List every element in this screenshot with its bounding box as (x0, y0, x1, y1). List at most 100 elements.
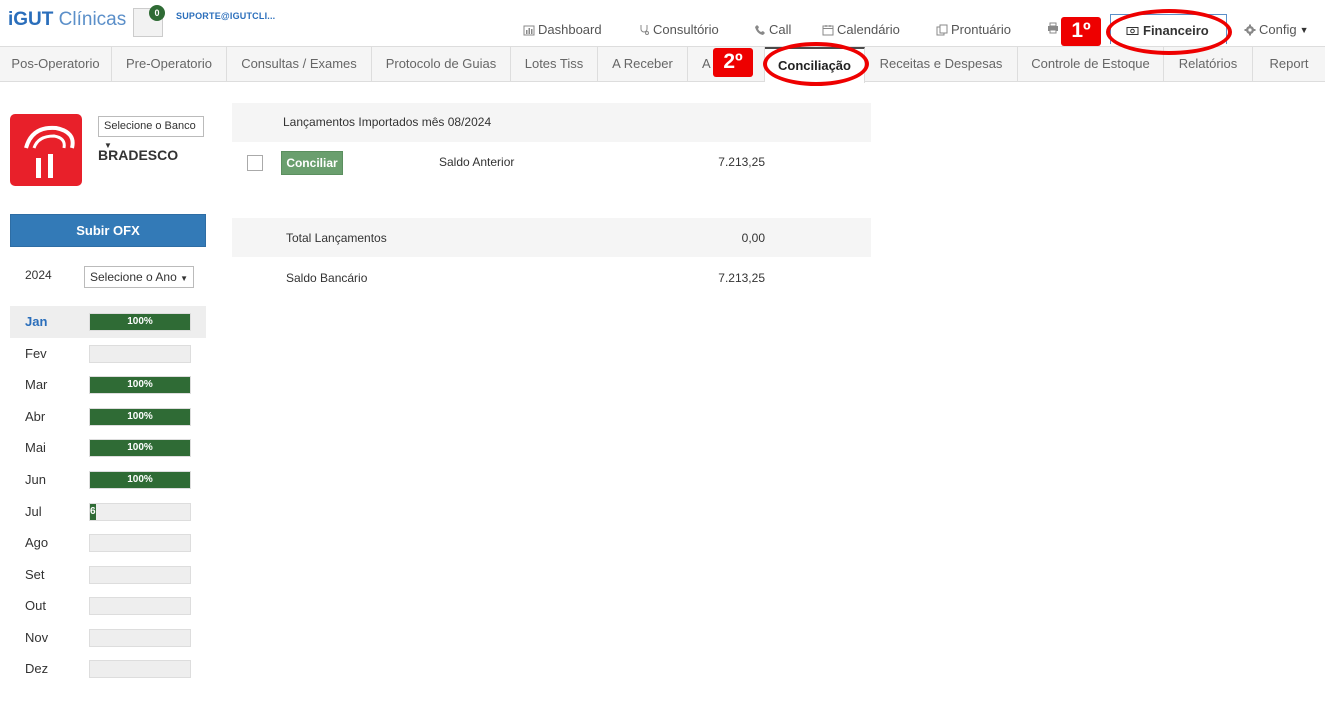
progress-label: 100% (127, 379, 153, 390)
user-menu[interactable]: SUPORTE@IGUTCLI... (176, 11, 275, 21)
calendar-icon (822, 24, 834, 35)
reconcile-button[interactable]: Conciliar (281, 151, 343, 175)
progress-label: 100% (127, 474, 153, 485)
progress-label: 100% (127, 316, 153, 327)
nav-print[interactable] (1047, 22, 1059, 34)
nav-call[interactable]: Call (754, 22, 791, 37)
progress-label: 100% (127, 442, 153, 453)
month-progress-bar (89, 566, 191, 584)
month-name: Out (25, 598, 46, 613)
printer-icon (1048, 22, 1058, 34)
stethoscope-icon (640, 24, 649, 35)
notification-badge[interactable]: 0 (149, 5, 165, 21)
month-name: Jul (25, 504, 42, 519)
gear-icon (1244, 24, 1256, 35)
month-row-fev[interactable]: Fev (10, 338, 206, 370)
nav-consultorio[interactable]: Consultório (638, 22, 719, 37)
copy-icon (936, 24, 948, 35)
tab-report[interactable]: Report (1253, 47, 1325, 82)
month-name: Fev (25, 346, 47, 361)
month-progress-bar: 100% (89, 408, 191, 426)
nav-config-label: Config (1259, 22, 1297, 37)
chevron-down-icon: ▼ (180, 274, 189, 283)
nav-dashboard[interactable]: Dashboard (523, 22, 602, 37)
month-name: Jan (25, 314, 48, 329)
month-progress-bar: 6 (89, 503, 191, 521)
month-progress-bar: 100% (89, 376, 191, 394)
nav-calendario-label: Calendário (837, 22, 900, 37)
annotation-circle-conciliacao (763, 42, 869, 86)
bank-name: BRADESCO (98, 147, 179, 163)
month-name: Ago (25, 535, 49, 550)
chevron-down-icon: ▼ (1299, 24, 1309, 35)
bank-balance-value: 7.213,25 (718, 271, 765, 285)
month-name: Nov (25, 630, 49, 645)
tab-protocolo-de-guias[interactable]: Protocolo de Guias (372, 47, 511, 82)
total-entries-value: 0,00 (741, 231, 765, 245)
month-progress-bar (89, 534, 191, 552)
month-progress-bar: 100% (89, 471, 191, 489)
app-logo[interactable]: iGUT Clínicas (8, 9, 126, 31)
month-row-abr[interactable]: Abr 100% (10, 401, 206, 433)
annotation-step-1: 1º (1061, 17, 1101, 46)
month-name: Set (25, 567, 45, 582)
month-name: Abr (25, 409, 46, 424)
year-select[interactable]: Selecione o Ano ▼ (84, 266, 194, 288)
tab-pos-operatorio[interactable]: Pos-Operatorio (0, 47, 112, 82)
month-name: Mai (25, 440, 46, 455)
previous-balance-value: 7.213,25 (718, 155, 765, 169)
month-progress-bar (89, 629, 191, 647)
logo-bold-text: iGUT (8, 9, 54, 30)
month-row-dez[interactable]: Dez (10, 653, 206, 685)
month-row-ago[interactable]: Ago (10, 527, 206, 559)
bradesco-logo-icon (24, 125, 75, 178)
progress-label: 100% (127, 411, 153, 422)
month-row-jul[interactable]: Jul 6 (10, 496, 206, 528)
tab-receitas-e-despesas[interactable]: Receitas e Despesas (865, 47, 1018, 82)
upload-ofx-button[interactable]: Subir OFX (10, 214, 206, 247)
month-name: Jun (25, 472, 46, 487)
month-row-set[interactable]: Set (10, 559, 206, 591)
month-name: Mar (25, 377, 48, 392)
tab-a-receber[interactable]: A Receber (598, 47, 688, 82)
tab-lotes-tiss[interactable]: Lotes Tiss (511, 47, 598, 82)
month-name: Dez (25, 661, 49, 676)
month-progress-bar (89, 345, 191, 363)
month-progress-bar: 100% (89, 439, 191, 457)
progress-label: 6 (90, 506, 96, 517)
nav-consultorio-label: Consultório (653, 22, 719, 37)
month-row-jun[interactable]: Jun 100% (10, 464, 206, 496)
bank-balance-label: Saldo Bancário (286, 271, 368, 285)
annotation-circle-financeiro (1106, 9, 1232, 55)
bank-select-label: Selecione o Banco (104, 120, 196, 132)
month-row-mai[interactable]: Mai 100% (10, 432, 206, 464)
nav-calendario[interactable]: Calendário (822, 22, 900, 37)
imported-entries-header: Lançamentos Importados mês 08/2024 (232, 103, 871, 142)
module-tabs: Pos-Operatorio Pre-Operatorio Consultas … (0, 46, 1325, 83)
nav-call-label: Call (769, 22, 792, 37)
selected-year: 2024 (25, 268, 52, 282)
month-row-mar[interactable]: Mar 100% (10, 369, 206, 401)
nav-prontuario[interactable]: Prontuário (936, 22, 1011, 37)
tab-consultas-exames[interactable]: Consultas / Exames (227, 47, 372, 82)
nav-config[interactable]: Config ▼ (1244, 22, 1309, 37)
month-row-jan[interactable]: Jan 100% (10, 306, 206, 338)
entry-checkbox[interactable] (247, 155, 263, 171)
total-entries-label: Total Lançamentos (286, 231, 387, 245)
tab-pre-operatorio[interactable]: Pre-Operatorio (112, 47, 227, 82)
previous-balance-label: Saldo Anterior (439, 155, 515, 169)
month-row-out[interactable]: Out (10, 590, 206, 622)
bank-logo (10, 114, 82, 186)
bank-select[interactable]: Selecione o Banco ▼ (98, 116, 204, 150)
year-select-label: Selecione o Ano (90, 270, 177, 284)
logo-light-text: Clínicas (58, 9, 127, 30)
month-progress-bar (89, 660, 191, 678)
nav-dashboard-label: Dashboard (538, 22, 602, 37)
month-progress-bar (89, 597, 191, 615)
month-row-nov[interactable]: Nov (10, 622, 206, 654)
month-progress-bar: 100% (89, 313, 191, 331)
phone-icon (755, 24, 765, 35)
annotation-step-2: 2º (713, 48, 753, 77)
bar-chart-icon (523, 25, 535, 35)
nav-prontuario-label: Prontuário (951, 22, 1011, 37)
